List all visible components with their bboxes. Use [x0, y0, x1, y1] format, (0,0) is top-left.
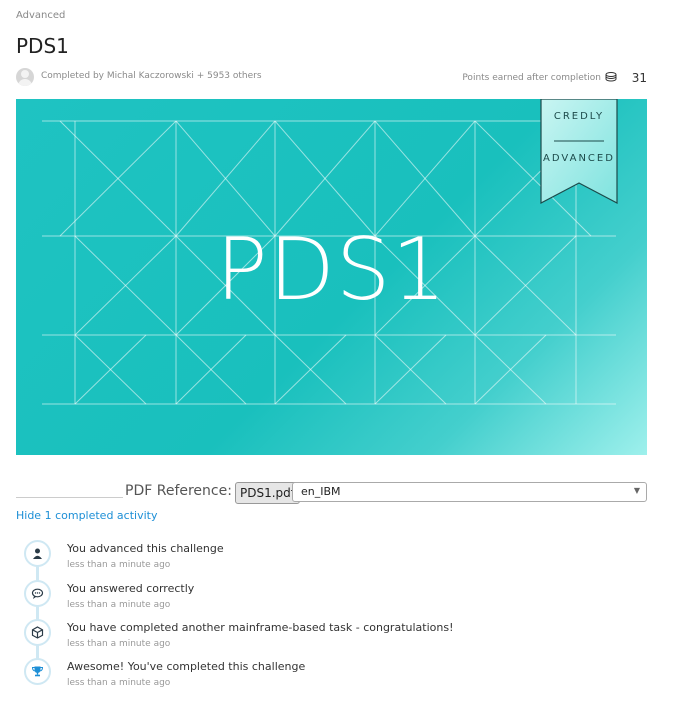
chat-bubble-icon: [31, 588, 44, 599]
divider: [16, 497, 123, 498]
pdf-reference-label: PDF Reference:: [125, 483, 232, 499]
activity-time: less than a minute ago: [67, 560, 171, 570]
ribbon-bottom-text: ADVANCED: [543, 153, 615, 164]
activity-icon-circle: [24, 658, 51, 685]
activity-time: less than a minute ago: [67, 678, 171, 688]
activity-text: You answered correctly: [67, 582, 195, 595]
activity-item: You have completed another mainframe-bas…: [24, 619, 644, 657]
activity-time: less than a minute ago: [67, 600, 171, 610]
activity-item: You answered correctly less than a minut…: [24, 580, 644, 618]
activity-text: Awesome! You've completed this challenge: [67, 660, 306, 673]
credly-ribbon: CREDLY ADVANCED: [540, 99, 618, 207]
activity-timeline: You advanced this challenge less than a …: [24, 540, 644, 690]
trophy-icon: [31, 666, 44, 677]
completion-meta: Completed by Michal Kaczorowski + 5953 o…: [16, 68, 647, 88]
avatar: [16, 68, 34, 86]
pdf-reference-row: PDF Reference: PDS1.pdf en_IBM ▼: [16, 482, 647, 504]
completed-by-text: Completed by Michal Kaczorowski + 5953 o…: [41, 71, 262, 81]
chevron-down-icon: ▼: [633, 486, 640, 495]
activity-icon-circle: [24, 619, 51, 646]
challenge-category: Advanced: [16, 10, 66, 21]
pdf-download-button[interactable]: PDS1.pdf: [235, 482, 301, 504]
page-title: PDS1: [16, 34, 69, 58]
cube-icon: [31, 626, 44, 639]
points-label: Points earned after completion: [462, 73, 601, 83]
activity-icon-circle: [24, 580, 51, 607]
language-select-value: en_IBM: [301, 485, 341, 498]
hide-completed-activity-link[interactable]: Hide 1 completed activity: [16, 509, 157, 522]
activity-time: less than a minute ago: [67, 639, 171, 649]
activity-text: You have completed another mainframe-bas…: [67, 621, 454, 634]
coins-icon: [605, 72, 617, 82]
activity-text: You advanced this challenge: [67, 542, 224, 555]
activity-icon-circle: [24, 540, 51, 567]
activity-item: You advanced this challenge less than a …: [24, 540, 644, 578]
challenge-banner: PDS1 CREDLY ADVANCED: [16, 99, 647, 455]
ribbon-top-text: CREDLY: [553, 111, 605, 122]
banner-title: PDS1: [215, 220, 448, 320]
points-value: 31: [631, 71, 647, 85]
language-select[interactable]: en_IBM ▼: [292, 482, 647, 502]
activity-item: Awesome! You've completed this challenge…: [24, 658, 644, 696]
user-advance-icon: [33, 548, 42, 559]
